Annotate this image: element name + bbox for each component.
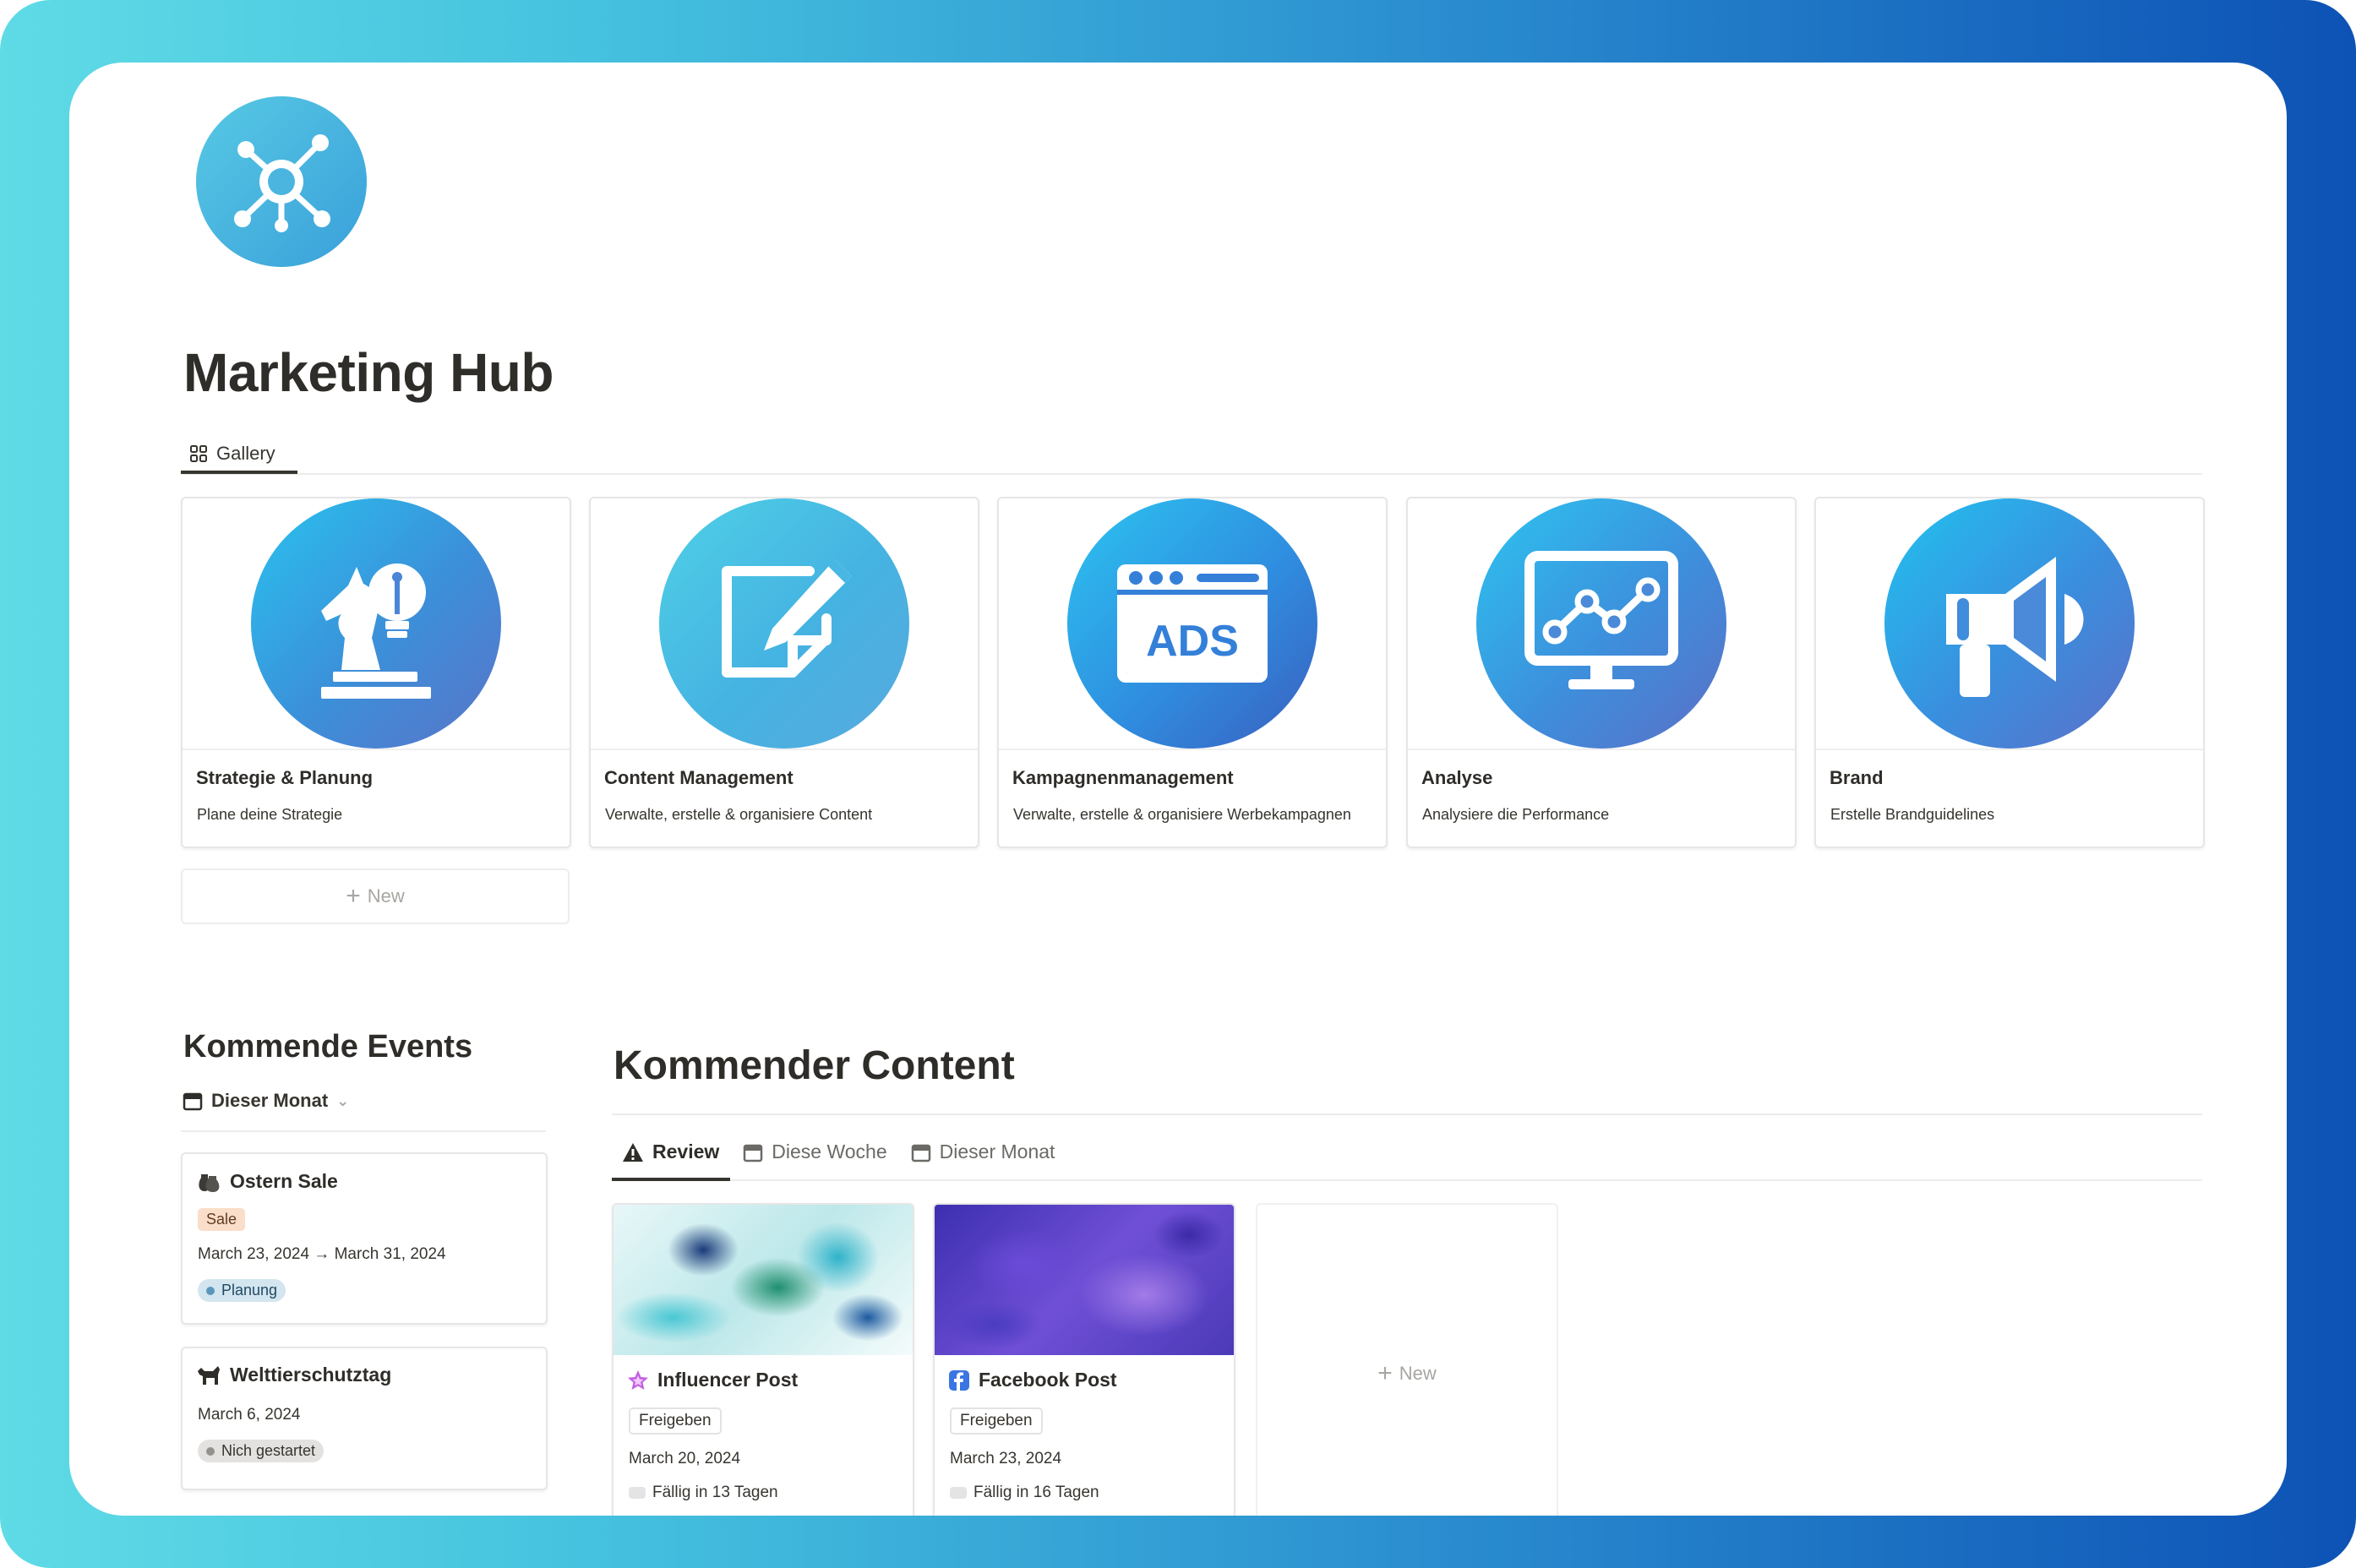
status-dot	[206, 1286, 215, 1295]
card-title: Analyse	[1421, 767, 1493, 788]
card-divider	[591, 749, 978, 750]
content-new-button[interactable]: + New	[1256, 1203, 1558, 1516]
gallery-card-content-management[interactable]: Content Management Verwalte, erstelle & …	[589, 497, 979, 848]
card-title: Content Management	[604, 767, 794, 788]
card-description: Verwalte, erstelle & organisiere Werbeka…	[1013, 806, 1351, 823]
tabs-divider	[181, 473, 2202, 475]
card-cover	[1816, 498, 2203, 749]
card-cover	[183, 498, 570, 749]
calendar-icon	[183, 1092, 203, 1111]
status-badge: Planung	[198, 1279, 286, 1302]
content-title-divider	[612, 1113, 2202, 1115]
notion-page-window: Marketing Hub Gallery Strategie & Planun…	[69, 63, 2287, 1516]
events-section-title: Kommende Events	[183, 1029, 473, 1064]
filter-label: Dieser Monat	[211, 1090, 329, 1111]
gallery-card-kampagnenmanagement[interactable]: ADS Kampagnenmanagement Verwalte, erstel…	[997, 497, 1388, 848]
active-tab-indicator	[181, 471, 297, 474]
gallery-grid-icon	[190, 445, 207, 462]
card-divider	[999, 749, 1386, 750]
card-divider	[1408, 749, 1795, 750]
background-frame: Marketing Hub Gallery Strategie & Planun…	[0, 0, 2356, 1568]
sale-tag: Sale	[198, 1208, 246, 1231]
card-cover: ADS	[999, 498, 1386, 749]
tab-dieser-monat[interactable]: Dieser Monat	[911, 1141, 1055, 1163]
card-title: Kampagnenmanagement	[1012, 767, 1234, 788]
calendar-icon	[744, 1144, 763, 1162]
gallery-card-analyse[interactable]: Analyse Analysiere die Performance	[1406, 497, 1797, 848]
card-name: Influencer Post	[627, 1369, 798, 1391]
events-filter-dropdown[interactable]: Dieser Monat ⌄	[183, 1090, 349, 1112]
event-card-ostern-sale[interactable]: Ostern Sale Sale March 23, 2024 → March …	[181, 1152, 548, 1325]
content-tabs: Review Diese Woche Dieser Monat	[622, 1141, 1055, 1163]
content-card-influencer-post[interactable]: Influencer Post Freigeben March 20, 2024…	[612, 1203, 914, 1516]
gallery-card-brand[interactable]: Brand Erstelle Brandguidelines	[1814, 497, 2205, 848]
calendar-icon	[911, 1144, 930, 1162]
gallery-new-button[interactable]: + New	[181, 868, 570, 924]
card-cover-image	[935, 1205, 1234, 1355]
plus-icon: +	[346, 882, 361, 910]
card-name: Facebook Post	[948, 1369, 1117, 1391]
monitor-chart-icon	[1476, 498, 1726, 749]
status-dot	[206, 1446, 215, 1456]
active-tab-indicator	[612, 1178, 730, 1181]
plus-icon: +	[1377, 1359, 1393, 1387]
megaphone-icon	[1884, 498, 2135, 749]
card-divider	[1816, 749, 2203, 750]
card-cover	[1408, 498, 1795, 749]
tab-gallery[interactable]: Gallery	[189, 433, 275, 475]
svg-text:ADS: ADS	[1146, 617, 1239, 666]
card-description: Verwalte, erstelle & organisiere Content	[605, 806, 873, 823]
tab-diese-woche[interactable]: Diese Woche	[743, 1141, 887, 1163]
card-title: Strategie & Planung	[196, 767, 374, 788]
facebook-icon	[949, 1369, 969, 1391]
content-section-title: Kommender Content	[614, 1043, 1015, 1088]
card-cover-image	[614, 1205, 913, 1355]
card-date: March 23, 2024	[950, 1450, 1062, 1467]
card-title: Brand	[1830, 767, 1884, 788]
ads-browser-icon: ADS	[1067, 498, 1317, 749]
gallery-card-strategie[interactable]: Strategie & Planung Plane deine Strategi…	[181, 497, 571, 848]
card-description: Erstelle Brandguidelines	[1830, 806, 1995, 823]
due-label: Fällig in 13 Tagen	[629, 1484, 778, 1502]
card-date: March 20, 2024	[629, 1450, 741, 1467]
due-chip-icon	[950, 1487, 967, 1499]
status-badge: Freigeben	[629, 1407, 722, 1435]
page-title: Marketing Hub	[183, 342, 554, 403]
due-label: Fällig in 16 Tagen	[950, 1484, 1099, 1502]
event-dates: March 6, 2024	[198, 1406, 301, 1424]
chess-knight-lightbulb-icon	[251, 498, 501, 749]
card-cover	[591, 498, 978, 749]
network-hub-icon[interactable]	[196, 96, 367, 267]
content-card-facebook-post[interactable]: Facebook Post Freigeben March 23, 2024 F…	[933, 1203, 1235, 1516]
tab-review[interactable]: Review	[622, 1141, 719, 1163]
dog-icon	[198, 1365, 220, 1385]
status-badge: Nich gestartet	[198, 1440, 324, 1462]
warning-icon	[623, 1142, 643, 1162]
edit-note-icon	[659, 498, 909, 749]
due-chip-icon	[629, 1487, 646, 1499]
chevron-down-icon: ⌄	[336, 1092, 350, 1109]
status-badge: Freigeben	[950, 1407, 1043, 1435]
content-tabs-divider	[612, 1179, 2202, 1181]
new-label: New	[367, 885, 405, 906]
event-dates: March 23, 2024 → March 31, 2024	[198, 1245, 446, 1263]
tab-gallery-label: Gallery	[216, 443, 275, 464]
event-name: Ostern Sale	[196, 1169, 338, 1193]
card-divider	[183, 749, 570, 750]
card-description: Analysiere die Performance	[1422, 806, 1610, 823]
money-bags-icon	[199, 1174, 220, 1192]
events-divider	[181, 1130, 546, 1132]
card-description: Plane deine Strategie	[197, 806, 343, 823]
event-card-welttierschutztag[interactable]: Welttierschutztag March 6, 2024 Nich ges…	[181, 1347, 548, 1490]
event-name: Welttierschutztag	[196, 1364, 391, 1386]
star-icon	[628, 1369, 648, 1390]
new-label: New	[1399, 1363, 1437, 1384]
